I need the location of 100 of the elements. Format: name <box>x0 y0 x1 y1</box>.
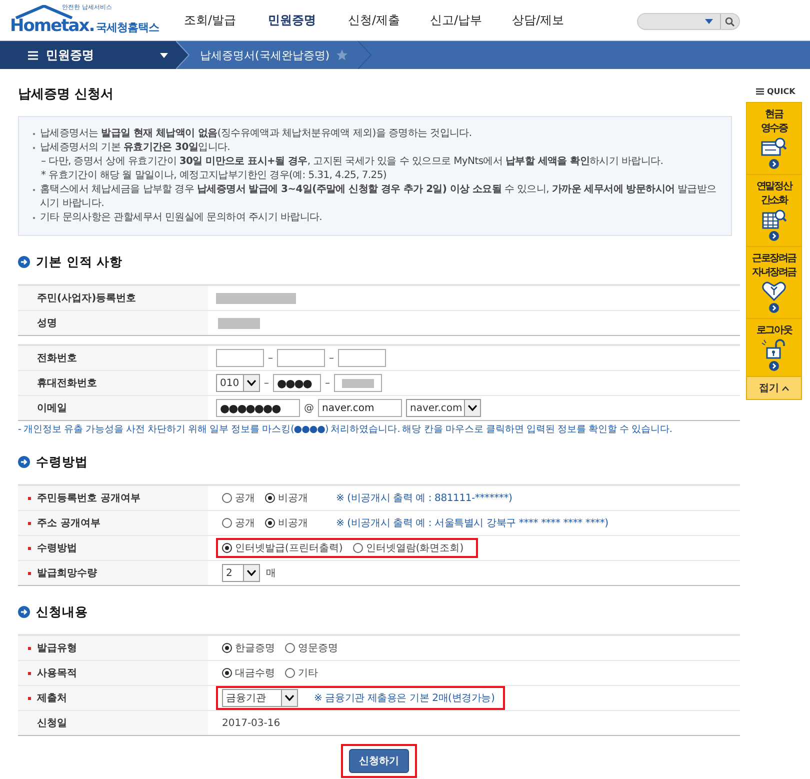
quick-menu-item[interactable]: 근로장려금 자녀장려금 <box>747 247 801 319</box>
hint-text: ※ (비공개시 출력 예 : 881111-*******) <box>336 492 512 505</box>
section-title: 기본 인적 사항 <box>36 254 123 270</box>
select-field[interactable]: 금융기관 <box>222 689 298 707</box>
input-field[interactable] <box>277 349 325 367</box>
radio-button[interactable] <box>222 543 232 553</box>
separator-text: – <box>268 352 273 364</box>
masked-value <box>218 318 260 328</box>
collapse-button[interactable]: 접기 <box>747 377 801 399</box>
masked-value <box>342 378 374 388</box>
logo-brand-name[interactable]: 국세청홈택스 <box>96 20 160 35</box>
radio-label[interactable]: 대금수령 <box>235 666 275 680</box>
logo-brand[interactable]: Hometax. <box>10 16 94 36</box>
radio-label[interactable]: 공개 <box>235 516 255 530</box>
field-label: 발급희망수량 <box>18 561 208 585</box>
required-mark-icon <box>28 696 31 700</box>
notice-text: 홈택스에서 체납세금을 납부할 경우 납세증명서 발급에 3~4일(주말에 신청할 경우 추가 2일) 이상 소요될 수 있으니, 가까운 세무서에 방문하시어 발급받으시기 바랍니다. <box>40 183 717 211</box>
select-field[interactable]: 010 <box>216 374 260 392</box>
separator-text: – <box>329 352 334 364</box>
radio-button[interactable] <box>265 518 275 528</box>
arrow-circle-icon <box>18 606 30 618</box>
dropdown-caret-icon <box>160 52 168 58</box>
radio-label[interactable]: 인터넷발급(프린터출력) <box>235 541 343 555</box>
separator-text: – <box>264 378 269 388</box>
radio-button[interactable] <box>222 518 232 528</box>
arrow-circle-icon <box>769 231 779 241</box>
field-label: 수령방법 <box>18 536 208 560</box>
field-label: 전화번호 <box>18 346 208 370</box>
at-sign: @ <box>304 402 314 414</box>
notice-text: – 다만, 증명서 상에 유효기간이 30일 미만으로 표시+될 경우, 고지된 국세가 있을 수 있으므로 MyNts에서 납부할 세액을 확인하시기 바랍니다. <box>40 155 664 169</box>
required-mark-icon <box>28 572 31 574</box>
star-icon[interactable] <box>336 49 348 61</box>
receipt-magnifier-icon <box>761 137 787 157</box>
field-label: 주민등록번호 공개여부 <box>18 486 208 510</box>
radio-button[interactable] <box>222 668 232 678</box>
field-label: 제출처 <box>18 686 208 710</box>
select-field[interactable]: naver.com <box>406 399 482 417</box>
input-field[interactable] <box>216 349 264 367</box>
arrow-circle-icon <box>18 256 30 268</box>
radio-button[interactable] <box>265 493 275 503</box>
radio-label[interactable]: 비공개 <box>278 516 308 530</box>
table-magnifier-icon <box>761 209 787 229</box>
menu-icon <box>756 88 764 95</box>
radio-label[interactable]: 공개 <box>235 491 255 505</box>
field-label: 주소 공개여부 <box>18 511 208 535</box>
radio-button[interactable] <box>222 493 232 503</box>
radio-label[interactable]: 한글증명 <box>235 641 275 655</box>
radio-button[interactable] <box>352 543 363 553</box>
notice-text: 납세증명서의 기본 유효기간은 30일입니다. <box>40 141 230 155</box>
hint-text: ※ (비공개시 출력 예 : 서울특별시 강북구 **** **** **** ****) <box>336 517 608 530</box>
search-field[interactable] <box>637 13 740 30</box>
nav-menu-item[interactable]: 조회/발급 <box>174 12 246 28</box>
unlocked-padlock-icon <box>761 339 787 359</box>
field-label: 사용목적 <box>18 661 208 685</box>
breadcrumb-separator-icon <box>176 41 190 69</box>
notice-text: * 유효기간이 해당 월 말일이나, 예정고지납부기한인 경우(예: 5.31, 4.25, 7.25) <box>40 169 388 183</box>
arrow-circle-icon <box>769 361 779 371</box>
radio-label[interactable]: 기타 <box>298 666 318 680</box>
hint-text: ※ 금융기관 제출용은 기본 2매(변경가능) <box>314 692 495 705</box>
privacy-note: - 개인정보 유출 가능성을 사전 차단하기 위해 일부 정보를 마스킹(●●●●) 처리하였습니다. 해당 칸을 마우스로 클릭하면 입력된 정보를 확인할 수 있습니다. <box>18 423 673 436</box>
arrow-circle-icon <box>18 456 30 468</box>
field-label: 주민(사업자)등록번호 <box>18 286 208 310</box>
radio-button[interactable] <box>285 668 295 678</box>
heart-icon <box>762 281 786 301</box>
date-value: 2017-03-16 <box>221 718 280 728</box>
required-mark-icon <box>28 672 31 674</box>
breadcrumb-current[interactable]: 납세증명서(국세완납증명) <box>200 48 330 62</box>
field-label: 신청일 <box>18 711 208 735</box>
search-icon <box>725 16 735 26</box>
separator-text: – <box>325 378 330 388</box>
nav-menu-item[interactable]: 신청/제출 <box>338 12 410 28</box>
input-field[interactable]: ●●●● <box>273 374 321 392</box>
nav-menu-item[interactable]: 민원증명 <box>256 12 328 28</box>
submit-button[interactable]: 신청하기 <box>349 749 409 773</box>
input-field[interactable] <box>338 349 386 367</box>
required-mark-icon <box>28 646 31 650</box>
required-mark-icon <box>28 522 31 524</box>
radio-button[interactable] <box>222 643 232 653</box>
input-field[interactable] <box>334 374 382 392</box>
nav-menu-item[interactable]: 상담/제보 <box>502 12 574 28</box>
field-label: 이메일 <box>18 396 208 420</box>
field-label: 휴대전화번호 <box>18 371 208 395</box>
unit-text: 매 <box>266 567 276 580</box>
dropdown-caret-icon[interactable] <box>705 19 713 25</box>
notice-text: 납세증명서는 발급일 현재 체납액이 없음(징수유예액과 체납처분유예액 제외)을 증명하는 것입니다. <box>40 127 472 141</box>
arrow-circle-icon <box>769 159 779 169</box>
quick-menu-item[interactable]: 현금 영수증 <box>747 103 801 175</box>
input-field[interactable]: ●●●●●●● <box>216 399 300 417</box>
section-title: 신청내용 <box>36 604 88 620</box>
radio-label[interactable]: 비공개 <box>278 491 308 505</box>
nav-menu-item[interactable]: 신고/납부 <box>420 12 492 28</box>
section-title: 수령방법 <box>36 454 88 470</box>
radio-label[interactable]: 인터넷열람(화면조회) <box>366 541 464 555</box>
radio-button[interactable] <box>285 643 295 653</box>
breadcrumb-separator-icon <box>358 41 372 69</box>
quick-menu-item[interactable]: 연말정산 간소화 <box>747 175 801 247</box>
select-field[interactable]: 2 <box>222 564 260 582</box>
radio-label[interactable]: 영문증명 <box>298 641 338 655</box>
input-field[interactable]: naver.com <box>318 399 402 417</box>
quick-menu-title: QUICK <box>767 87 796 96</box>
